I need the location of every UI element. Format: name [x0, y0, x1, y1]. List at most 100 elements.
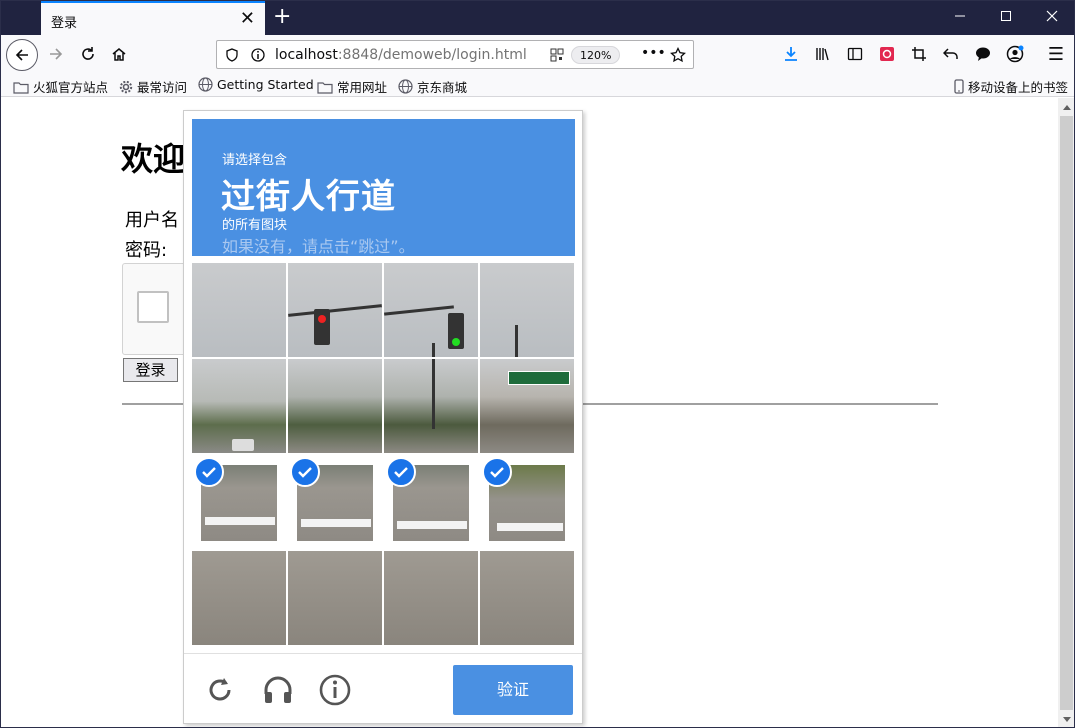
captcha-tile[interactable] — [384, 551, 478, 645]
chat-button[interactable] — [968, 41, 998, 67]
account-icon — [1006, 45, 1024, 63]
maximize-icon[interactable] — [983, 1, 1029, 35]
close-tab-icon[interactable]: ✕ — [240, 9, 255, 29]
tab-title: 登录 — [51, 16, 78, 31]
reload-button[interactable] — [73, 41, 103, 67]
captcha-tile[interactable] — [288, 551, 382, 645]
captcha-tile[interactable] — [480, 551, 574, 645]
folder-icon — [13, 81, 29, 94]
browser-window: 登录 ✕ + localhost:8848/demoweb/login.html… — [0, 0, 1075, 728]
mobile-icon — [954, 79, 964, 94]
bookmark-item[interactable]: 京东商城 — [398, 77, 467, 96]
qr-code-icon[interactable] — [550, 48, 564, 62]
captcha-tile[interactable] — [192, 551, 286, 645]
page-title: 欢迎 — [121, 140, 186, 178]
recaptcha-checkbox[interactable] — [137, 291, 169, 323]
url-text[interactable]: localhost:8848/demoweb/login.html — [275, 47, 527, 63]
reload-challenge-button[interactable] — [204, 674, 236, 706]
checkmark-icon — [386, 457, 416, 487]
sidebar-icon — [847, 47, 863, 61]
password-label: 密码: — [125, 240, 168, 261]
library-button[interactable] — [808, 41, 838, 67]
captcha-skip-hint: 如果没有，请点击“跳过”。 — [222, 237, 415, 256]
globe-icon — [198, 77, 213, 92]
captcha-header: 请选择包含 过街人行道 的所有图块 如果没有，请点击“跳过”。 — [192, 119, 575, 256]
captcha-tile[interactable] — [288, 359, 382, 453]
extension-button[interactable] — [872, 41, 902, 67]
captcha-tile[interactable] — [384, 359, 478, 453]
bookmark-item[interactable]: 常用网址 — [317, 77, 387, 96]
captcha-instruction-bottom: 的所有图块 — [222, 218, 288, 233]
scrollbar-thumb[interactable] — [1060, 116, 1073, 710]
sidebar-button[interactable] — [840, 41, 870, 67]
address-bar[interactable]: localhost:8848/demoweb/login.html 120% •… — [216, 40, 694, 69]
scroll-down-icon[interactable] — [1062, 716, 1072, 724]
chat-bubble-icon — [976, 47, 990, 61]
reload-icon — [82, 47, 94, 60]
shield-icon[interactable] — [225, 48, 239, 62]
back-button[interactable] — [6, 39, 38, 71]
forward-arrow-icon — [50, 48, 63, 60]
mobile-bookmarks[interactable]: 移动设备上的书签 — [954, 77, 1068, 96]
captcha-tile-selected[interactable] — [288, 455, 382, 549]
undo-button[interactable] — [936, 41, 966, 67]
help-button[interactable] — [319, 674, 351, 706]
menu-button[interactable]: ☰ — [1041, 41, 1071, 67]
verify-button[interactable]: 验证 — [453, 665, 573, 715]
tab-bar: 登录 ✕ + — [1, 1, 1074, 35]
home-icon — [112, 48, 126, 61]
captcha-tile[interactable] — [480, 359, 574, 453]
zoom-indicator[interactable]: 120% — [571, 46, 621, 64]
back-arrow-icon — [15, 49, 28, 61]
refresh-icon — [209, 678, 231, 701]
bookmark-item[interactable]: Getting Started — [198, 77, 314, 92]
captcha-tile-selected[interactable] — [192, 455, 286, 549]
captcha-image-grid — [192, 263, 575, 646]
undo-icon — [943, 48, 958, 59]
headphones-icon — [264, 676, 292, 703]
vertical-scrollbar[interactable] — [1058, 98, 1074, 727]
captcha-tile[interactable] — [192, 263, 286, 357]
new-tab-button[interactable]: + — [273, 5, 291, 29]
captcha-instruction-top: 请选择包含 — [222, 153, 288, 168]
info-icon[interactable] — [251, 48, 265, 62]
gear-icon — [119, 80, 133, 93]
globe-icon — [398, 79, 413, 94]
account-button[interactable] — [1000, 41, 1030, 67]
checkmark-icon — [482, 457, 512, 487]
captcha-tile-selected[interactable] — [480, 455, 574, 549]
checkmark-icon — [194, 457, 224, 487]
captcha-tile[interactable] — [384, 263, 478, 357]
captcha-tile[interactable] — [480, 263, 574, 357]
screenshot-button[interactable] — [904, 41, 934, 67]
captcha-target: 过街人行道 — [221, 177, 396, 217]
download-icon — [785, 47, 797, 61]
info-circle-icon — [319, 674, 351, 706]
forward-button[interactable] — [41, 41, 71, 67]
bookmark-item[interactable]: 火狐官方站点 — [13, 77, 108, 96]
folder-icon — [317, 81, 333, 94]
minimize-icon[interactable] — [937, 1, 983, 35]
captcha-footer: 验证 — [184, 653, 582, 723]
home-button[interactable] — [104, 41, 134, 67]
checkmark-icon — [290, 457, 320, 487]
extension-red-icon — [880, 47, 894, 61]
window-close-icon[interactable] — [1029, 1, 1074, 35]
tab-login[interactable]: 登录 ✕ — [41, 1, 265, 35]
page-actions-icon[interactable]: ••• — [641, 45, 666, 61]
navigation-toolbar: localhost:8848/demoweb/login.html 120% •… — [1, 35, 1074, 73]
bookmark-item[interactable]: 最常访问 — [119, 77, 187, 96]
scroll-up-icon[interactable] — [1062, 103, 1072, 111]
downloads-button[interactable] — [776, 41, 806, 67]
crop-icon — [912, 47, 926, 61]
username-label: 用户名 — [125, 210, 179, 231]
bookmark-star-icon[interactable] — [670, 47, 686, 63]
captcha-challenge-popup: 请选择包含 过街人行道 的所有图块 如果没有，请点击“跳过”。 验证 — [183, 110, 583, 724]
audio-challenge-button[interactable] — [262, 674, 294, 706]
library-icon — [816, 48, 829, 61]
captcha-tile[interactable] — [192, 359, 286, 453]
captcha-tile-selected[interactable] — [384, 455, 478, 549]
login-button[interactable]: 登录 — [123, 358, 178, 382]
captcha-tile[interactable] — [288, 263, 382, 357]
bookmarks-toolbar: 火狐官方站点 最常访问 Getting Started 常用网址 京东商城 移动… — [1, 73, 1074, 97]
